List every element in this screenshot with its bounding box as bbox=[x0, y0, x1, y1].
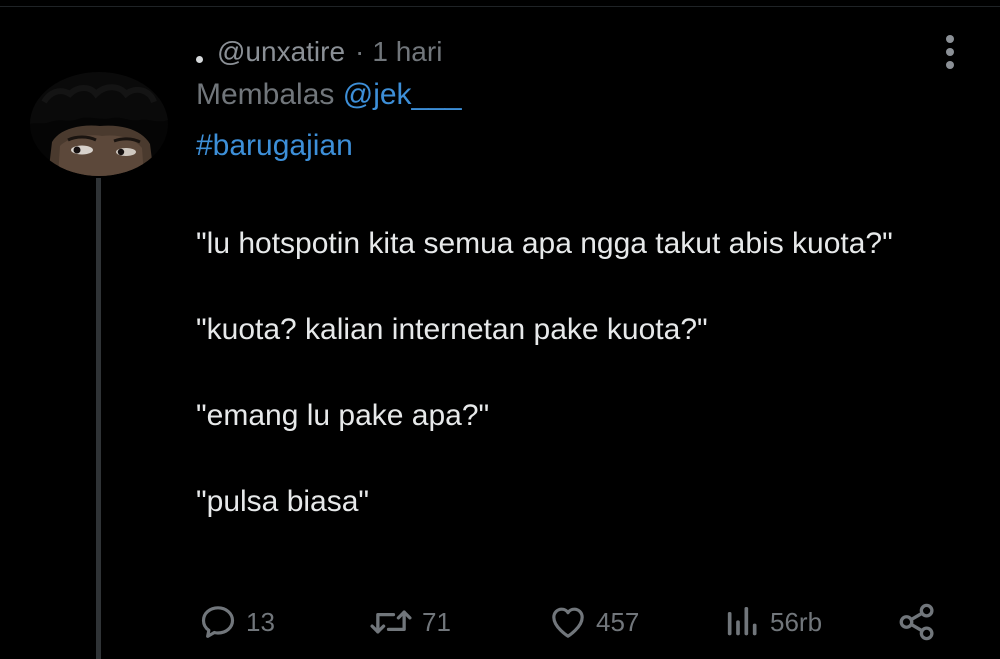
like-count: 457 bbox=[596, 606, 640, 637]
avatar[interactable] bbox=[30, 72, 168, 176]
repost-count: 71 bbox=[422, 606, 451, 637]
heart-icon bbox=[548, 602, 588, 642]
tweet-paragraph: "kuota? kalian internetan pake kuota?" bbox=[196, 313, 708, 346]
repost-icon bbox=[368, 602, 414, 642]
views-icon bbox=[722, 602, 762, 642]
header-separator: · bbox=[355, 36, 365, 67]
timestamp[interactable]: 1 hari bbox=[372, 36, 442, 68]
repost-button[interactable]: 71 bbox=[368, 596, 451, 648]
reply-button[interactable]: 13 bbox=[198, 596, 275, 648]
reply-icon bbox=[198, 602, 238, 642]
share-button[interactable] bbox=[896, 596, 938, 648]
reply-prefix: Membalas bbox=[196, 78, 335, 111]
thread-line bbox=[96, 178, 101, 659]
share-icon bbox=[896, 601, 938, 643]
tweet-text: "lu hotspotin kita semua apa ngga takut … bbox=[196, 222, 936, 523]
action-bar: 13 71 457 56rb bbox=[196, 596, 946, 648]
hashtag-link[interactable]: #barugajian bbox=[196, 129, 353, 163]
reply-count: 13 bbox=[246, 606, 275, 637]
tweet-paragraph: "emang lu pake apa?" bbox=[196, 399, 490, 432]
reply-context: Membalas @jek___ bbox=[196, 78, 462, 112]
views-count: 56rb bbox=[770, 606, 823, 637]
tweet-header: @unxatire · 1 hari bbox=[196, 32, 442, 72]
author-handle[interactable]: @unxatire bbox=[217, 36, 345, 68]
more-options-button[interactable] bbox=[936, 32, 964, 72]
tweet-paragraph: "lu hotspotin kita semua apa ngga takut … bbox=[196, 227, 893, 260]
like-button[interactable]: 457 bbox=[548, 596, 639, 648]
tweet-paragraph: "pulsa biasa" bbox=[196, 485, 370, 518]
views-button[interactable]: 56rb bbox=[722, 596, 822, 648]
reply-mention-link[interactable]: @jek___ bbox=[343, 78, 462, 111]
online-dot bbox=[196, 55, 203, 63]
top-divider bbox=[0, 6, 1000, 7]
